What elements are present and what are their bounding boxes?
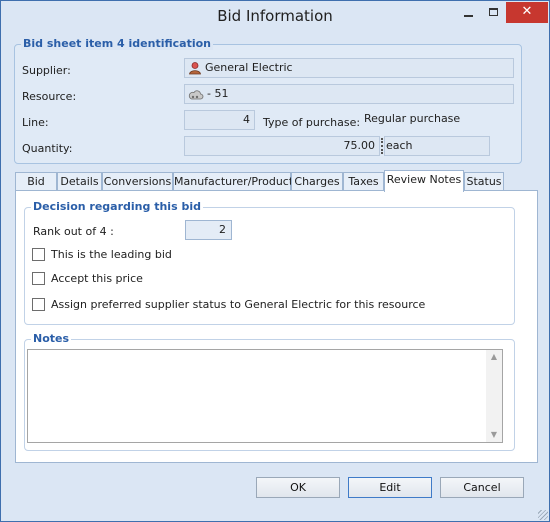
quantity-separator <box>381 138 383 154</box>
unit-value: each <box>386 139 413 152</box>
tab-manufacturer-product[interactable]: Manufacturer/Product <box>173 172 293 191</box>
line-field[interactable]: 4 <box>184 110 255 130</box>
minimize-button[interactable] <box>456 2 481 23</box>
rank-label: Rank out of 4 : <box>33 225 114 238</box>
preferred-supplier-label[interactable]: Assign preferred supplier status to Gene… <box>51 298 425 311</box>
resource-value: - 51 <box>207 87 229 100</box>
type-of-purchase-value[interactable]: Regular purchase <box>364 112 460 125</box>
close-icon: ✕ <box>521 4 533 19</box>
accept-price-checkbox[interactable] <box>32 272 45 285</box>
unit-field[interactable]: each <box>384 136 490 156</box>
person-icon <box>189 62 201 75</box>
type-of-purchase-label: Type of purchase: <box>263 116 361 129</box>
tab-taxes[interactable]: Taxes <box>343 172 384 191</box>
identification-group-title: Bid sheet item 4 identification <box>21 37 213 50</box>
tab-review-notes[interactable]: Review Notes <box>384 170 464 192</box>
ok-button[interactable]: OK <box>256 477 340 498</box>
notes-scrollbar[interactable]: ▲ ▼ <box>486 350 502 442</box>
notes-textarea[interactable]: ▲ ▼ <box>27 349 503 443</box>
accept-price-label[interactable]: Accept this price <box>51 272 143 285</box>
minimize-icon <box>464 15 473 17</box>
tab-conversions[interactable]: Conversions <box>102 172 173 191</box>
resource-field[interactable]: - 51 <box>184 84 514 104</box>
cancel-button[interactable]: Cancel <box>440 477 524 498</box>
tab-bid[interactable]: Bid <box>15 172 57 191</box>
resize-grip[interactable] <box>538 510 548 520</box>
scroll-up-icon[interactable]: ▲ <box>486 350 502 364</box>
leading-bid-checkbox[interactable] <box>32 248 45 261</box>
notes-group-title: Notes <box>31 332 72 345</box>
line-label: Line: <box>22 116 49 129</box>
quantity-field[interactable]: 75.00 <box>184 136 380 156</box>
review-notes-panel: Decision regarding this bid Rank out of … <box>15 190 538 463</box>
edit-button[interactable]: Edit <box>348 477 432 498</box>
tab-charges[interactable]: Charges <box>291 172 343 191</box>
title-bar: Bid Information ✕ <box>1 1 549 31</box>
supplier-value: General Electric <box>205 61 293 74</box>
rank-field[interactable]: 2 <box>185 220 232 240</box>
supplier-field[interactable]: General Electric <box>184 58 514 78</box>
close-button[interactable]: ✕ <box>506 2 548 23</box>
cloud-icon <box>188 90 204 100</box>
resource-label: Resource: <box>22 90 77 103</box>
tab-status[interactable]: Status <box>464 172 504 191</box>
maximize-icon <box>489 8 498 16</box>
bid-information-window: Bid Information ✕ Bid sheet item 4 ident… <box>0 0 550 522</box>
quantity-label: Quantity: <box>22 142 73 155</box>
decision-group-title: Decision regarding this bid <box>31 200 203 213</box>
tab-details[interactable]: Details <box>57 172 102 191</box>
supplier-label: Supplier: <box>22 64 71 77</box>
preferred-supplier-checkbox[interactable] <box>32 298 45 311</box>
scroll-down-icon[interactable]: ▼ <box>486 428 502 442</box>
maximize-button[interactable] <box>481 2 506 23</box>
leading-bid-label[interactable]: This is the leading bid <box>51 248 172 261</box>
